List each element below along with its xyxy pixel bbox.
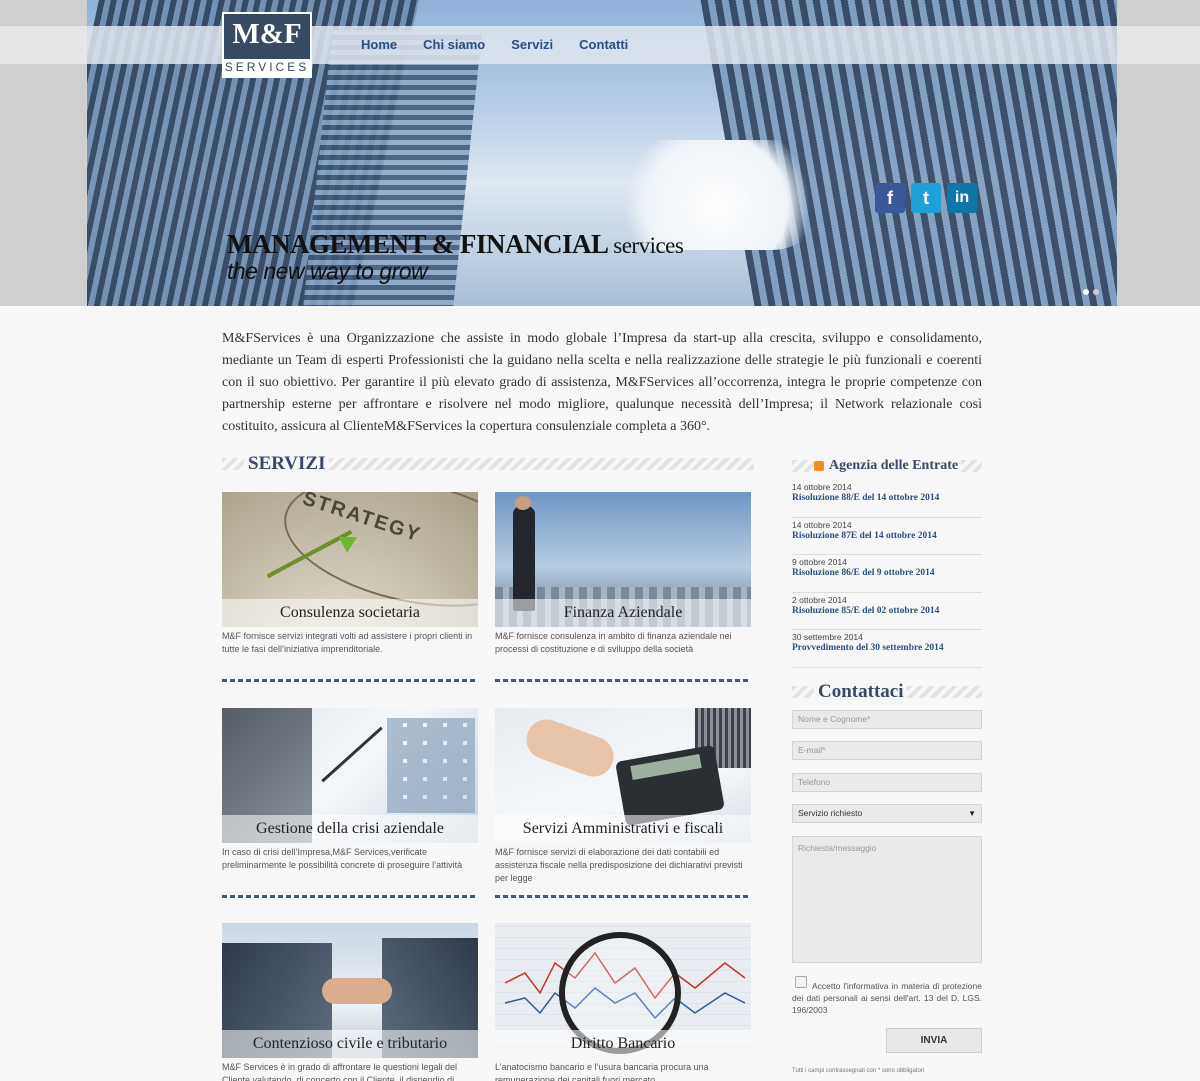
- facebook-icon[interactable]: f: [875, 183, 905, 213]
- feed-item[interactable]: 14 ottobre 2014 Risoluzione 88/E del 14 …: [792, 480, 982, 518]
- service-card[interactable]: Finanza Aziendale M&F fornisce consulenz…: [495, 492, 751, 656]
- chevron-down-icon: ▼: [968, 809, 976, 818]
- social-links: f t in: [875, 183, 977, 213]
- service-image: Contenzioso civile e tributario: [222, 923, 478, 1058]
- divider: [222, 679, 478, 682]
- nav-home[interactable]: Home: [361, 37, 397, 52]
- feed-list: 14 ottobre 2014 Risoluzione 88/E del 14 …: [792, 480, 982, 668]
- service-title: Consulenza societaria: [222, 599, 478, 627]
- feed-item[interactable]: 2 ottobre 2014 Risoluzione 85/E del 02 o…: [792, 593, 982, 630]
- hero-title-main: MANAGEMENT & FINANCIAL: [227, 229, 608, 259]
- name-field[interactable]: Nome e Cognome*: [792, 710, 982, 729]
- divider: [222, 895, 478, 898]
- service-title: Finanza Aziendale: [495, 599, 751, 627]
- nav-servizi[interactable]: Servizi: [511, 37, 553, 52]
- nav-chi-siamo[interactable]: Chi siamo: [423, 37, 485, 52]
- service-card[interactable]: Servizi Amministrativi e fiscali M&F for…: [495, 708, 751, 885]
- hero-title-tail: services: [613, 233, 684, 258]
- service-card[interactable]: STRATEGY Consulenza societaria M&F forni…: [222, 492, 478, 656]
- linkedin-icon[interactable]: in: [947, 183, 977, 213]
- required-note: Tutti i campi contrassegnati con * sono …: [792, 1068, 925, 1074]
- services-title: SERVIZI: [248, 453, 326, 474]
- service-desc: L’anatocismo bancario e l’usura bancaria…: [495, 1062, 709, 1081]
- logo[interactable]: M&F SERVICES: [222, 12, 312, 78]
- feed-link[interactable]: Risoluzione 88/E del 14 ottobre 2014: [792, 493, 982, 503]
- service-desc: M&F fornisce servizi integrati volti ad …: [222, 631, 473, 654]
- intro-text: M&FServices è una Organizzazione che ass…: [222, 331, 982, 434]
- nav-contatti[interactable]: Contatti: [579, 37, 628, 52]
- feed-date: 2 ottobre 2014: [792, 594, 847, 605]
- service-desc: M&F fornisce servizi di elaborazione dei…: [495, 847, 743, 883]
- divider: [495, 679, 751, 682]
- service-desc: M&F fornisce consulenza in ambito di fin…: [495, 631, 732, 654]
- feed-heading: Agenzia delle Entrate: [792, 458, 982, 474]
- submit-button[interactable]: INVIA: [886, 1028, 982, 1053]
- service-image: Diritto Bancario: [495, 923, 751, 1058]
- service-select-value: Servizio richiesto: [798, 808, 863, 818]
- feed-item[interactable]: 14 ottobre 2014 Risoluzione 87E del 14 o…: [792, 518, 982, 555]
- feed-title: Agenzia delle Entrate: [829, 458, 959, 473]
- feed-link[interactable]: Risoluzione 86/E del 9 ottobre 2014: [792, 568, 982, 578]
- feed-item[interactable]: 9 ottobre 2014 Risoluzione 86/E del 9 ot…: [792, 555, 982, 593]
- service-desc: M&F Services è in grado di affrontare le…: [222, 1062, 457, 1081]
- feed-date: 14 ottobre 2014: [792, 482, 852, 492]
- twitter-icon[interactable]: t: [911, 183, 941, 213]
- main-nav: Home Chi siamo Servizi Contatti: [361, 37, 654, 52]
- service-title: Contenzioso civile e tributario: [222, 1030, 478, 1058]
- slider-dots: [1083, 289, 1099, 295]
- feed-date: 9 ottobre 2014: [792, 557, 847, 567]
- feed-date: 30 settembre 2014: [792, 632, 863, 642]
- services-heading: SERVIZI: [222, 452, 754, 476]
- service-card[interactable]: Gestione della crisi aziendale In caso d…: [222, 708, 478, 872]
- contact-title: Contattaci: [818, 681, 904, 702]
- message-textarea[interactable]: Richiesta/messaggio: [792, 836, 982, 963]
- contact-heading: Contattaci: [792, 681, 982, 703]
- service-image: Finanza Aziendale: [495, 492, 751, 627]
- feed-link[interactable]: Risoluzione 87E del 14 ottobre 2014: [792, 531, 982, 541]
- service-card[interactable]: Contenzioso civile e tributario M&F Serv…: [222, 923, 478, 1081]
- service-image: Gestione della crisi aziendale: [222, 708, 478, 843]
- slider-dot[interactable]: [1083, 289, 1089, 295]
- privacy-text: Accetto l'informativa in materia di prot…: [792, 981, 982, 1015]
- hero-title: MANAGEMENT & FINANCIAL services the new …: [227, 229, 684, 285]
- email-field[interactable]: E-mail*: [792, 741, 982, 760]
- slider-dot[interactable]: [1093, 289, 1099, 295]
- service-title: Servizi Amministrativi e fiscali: [495, 815, 751, 843]
- phone-field[interactable]: Telefono: [792, 773, 982, 792]
- service-desc: In caso di crisi dell’Impresa,M&F Servic…: [222, 847, 463, 870]
- rss-icon: [814, 461, 824, 471]
- service-image: STRATEGY Consulenza societaria: [222, 492, 478, 627]
- feed-item[interactable]: 30 settembre 2014 Provvedimento del 30 s…: [792, 630, 982, 668]
- logo-mark: M&F: [232, 18, 302, 50]
- service-card[interactable]: Diritto Bancario L’anatocismo bancario e…: [495, 923, 751, 1081]
- divider: [495, 895, 751, 898]
- service-image: Servizi Amministrativi e fiscali: [495, 708, 751, 843]
- service-title: Gestione della crisi aziendale: [222, 815, 478, 843]
- feed-link[interactable]: Risoluzione 85/E del 02 ottobre 2014: [792, 606, 982, 616]
- hero-subtitle: the new way to grow: [227, 258, 428, 284]
- feed-link[interactable]: Provvedimento del 30 settembre 2014: [792, 643, 982, 653]
- feed-date: 14 ottobre 2014: [792, 519, 852, 530]
- service-title: Diritto Bancario: [495, 1030, 751, 1058]
- service-select[interactable]: Servizio richiesto ▼: [792, 804, 982, 823]
- logo-subtitle: SERVICES: [224, 59, 310, 76]
